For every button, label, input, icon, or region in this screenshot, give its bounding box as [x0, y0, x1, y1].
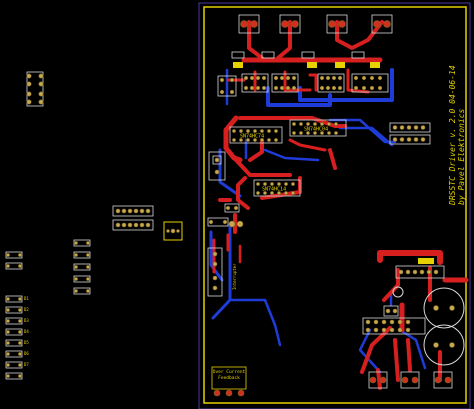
power-header[interactable] [395, 258, 445, 279]
loose-resistor-left-edge[interactable] [5, 251, 23, 270]
svg-text:D7: D7 [24, 362, 29, 367]
loose-pot[interactable] [163, 221, 183, 241]
title-line1: DRSSTC Driver v. 2.0 04-06-14 [448, 65, 457, 206]
over-current-label-line2: Feedback [218, 375, 240, 381]
pcb-layout-canvas: D1 D2 D3 D4 D5 D6 D7 SN74HC74 SN74HC04 SN74H… [5, 2, 471, 409]
power-mounting-hole [392, 286, 404, 298]
loose-header-row[interactable] [112, 205, 154, 231]
chip-u1-label: SN74HC74 [240, 134, 264, 140]
gdt-transformer-block[interactable] [362, 305, 426, 335]
bottom-copper-traces [209, 68, 427, 374]
title-line2: by Pavel Elektronics [457, 108, 466, 205]
output-connector-2[interactable] [400, 371, 420, 389]
title-silkscreen: DRSSTC Driver v. 2.0 04-06-14 by Pavel E… [448, 65, 466, 206]
loose-diode-column[interactable]: D1 D2 D3 D4 D5 D6 D7 [5, 295, 29, 380]
interrupter-side-text: Interrupter [232, 263, 237, 290]
svg-text:D3: D3 [24, 318, 29, 323]
chip-u3[interactable]: SN74HC14 [253, 179, 301, 197]
power-capacitor-top[interactable] [423, 287, 465, 329]
chip-u1[interactable]: SN74HC74 [229, 126, 283, 144]
svg-text:D5: D5 [24, 340, 29, 345]
svg-text:D4: D4 [24, 329, 29, 334]
loose-ic-left[interactable] [26, 71, 44, 107]
power-capacitor-bottom[interactable] [423, 324, 465, 366]
output-connector-3[interactable] [433, 371, 453, 389]
driver-ic-4[interactable] [351, 73, 389, 93]
header-right[interactable] [389, 122, 431, 145]
driver-ic-3[interactable] [317, 73, 345, 93]
chip-u2-label: SN74HC04 [304, 127, 328, 133]
interrupter-connector[interactable] [208, 151, 226, 181]
over-current-feedback-connector[interactable]: Over Current Feedback [211, 366, 247, 397]
chip-u3-label: SN74HC14 [262, 187, 286, 193]
loose-resistor-column[interactable] [73, 239, 91, 295]
over-current-label-line1: Over Current [213, 369, 246, 375]
svg-text:D1: D1 [24, 296, 29, 301]
svg-text:D2: D2 [24, 307, 29, 312]
small-parts-cluster[interactable] [207, 203, 244, 228]
svg-text:D6: D6 [24, 351, 29, 356]
